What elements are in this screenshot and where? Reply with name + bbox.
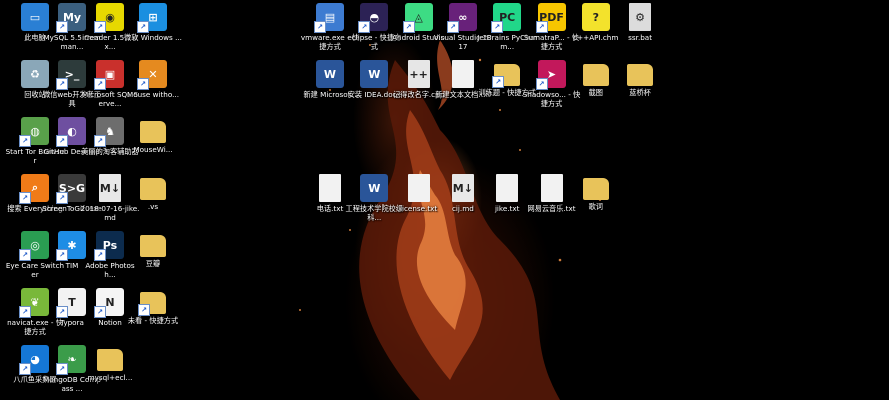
folder-icon: [582, 64, 609, 86]
cpp-file-icon: ++: [407, 60, 430, 88]
text-file-icon: [407, 174, 430, 202]
shortcut-arrow-icon: ↗: [19, 363, 31, 375]
shortcut-arrow-icon: ↗: [56, 192, 68, 204]
pycharm-icon: PC ↗: [491, 3, 522, 33]
shortcut-arrow-icon: ↗: [94, 135, 106, 147]
shortcut-arrow-icon: ↗: [137, 21, 149, 33]
desktop-icon-weikan[interactable]: ↗ 未看 - 快捷方式: [125, 288, 181, 345]
text-file-icon: [540, 174, 563, 202]
app-icon: ♞ ↗: [94, 117, 124, 147]
shortcut-arrow-icon: ↗: [19, 306, 31, 318]
desktop-icon-vs-folder[interactable]: .vs: [125, 174, 181, 231]
desktop-icon-label: 豆瓣: [145, 259, 161, 268]
desktop-icon-mysql-ecl[interactable]: mysql+ecl...: [82, 345, 138, 400]
desktop-icon-label: 蓝桥杯: [629, 88, 651, 97]
shortcut-arrow-icon: ↗: [56, 363, 68, 375]
shortcut-arrow-icon: ↗: [56, 135, 68, 147]
desktop-icon-douban[interactable]: 豆瓣: [125, 231, 181, 288]
word-file-icon: W: [360, 60, 389, 88]
shadowsocks-icon: ➤ ↗: [535, 60, 566, 90]
windows-logo-icon: ⊞ ↗: [137, 3, 167, 33]
shortcut-arrow-icon: ↗: [535, 21, 548, 33]
shortcut-arrow-icon: ↗: [446, 21, 459, 33]
eclipse-icon: ◓ ↗: [358, 3, 389, 33]
desktop-icon-windows[interactable]: ⊞ ↗ 微软 Windows ...: [124, 3, 182, 60]
desktop-icon-label: .vs: [147, 202, 159, 211]
folder-icon: [97, 349, 123, 371]
word-file-icon: W: [316, 60, 344, 88]
desktop-icon-label: Mouse witho...: [127, 90, 179, 99]
folder-icon: [140, 121, 166, 143]
shortcut-arrow-icon: ↗: [56, 249, 68, 261]
shortcut-arrow-icon: ↗: [94, 306, 106, 318]
folder-icon: [140, 235, 166, 257]
desktop-icon-label: 未看 - 快捷方式: [127, 316, 179, 325]
folder-shortcut-icon: ↗: [492, 64, 521, 88]
help-file-icon: ?: [581, 3, 610, 31]
photoshop-icon: Ps ↗: [94, 231, 124, 261]
markdown-file-icon: M↓: [451, 174, 474, 202]
shortcut-arrow-icon: ↗: [94, 21, 106, 33]
desktop-icon-label: MouseWi...: [133, 145, 173, 154]
shortcut-arrow-icon: ↗: [535, 78, 548, 90]
shortcut-arrow-icon: ↗: [19, 249, 31, 261]
desktop-icon-label: 微软 Windows ...: [124, 33, 182, 42]
folder-icon: [627, 64, 654, 86]
desktop-icon-label: ssr.bat: [628, 33, 653, 42]
desktop-icon-label: 歌词: [588, 202, 603, 211]
irreader-icon: ◉ ↗: [94, 3, 124, 33]
android-studio-icon: ◬ ↗: [402, 3, 433, 33]
shortcut-arrow-icon: ↗: [492, 76, 505, 88]
folder-icon: [140, 178, 166, 200]
shortcut-arrow-icon: ↗: [94, 78, 106, 90]
desktop-icon-geci[interactable]: 歌词: [568, 174, 624, 231]
notion-icon: N ↗: [94, 288, 124, 318]
folder-icon: [582, 178, 609, 200]
desktop-icon-lanqiao[interactable]: 蓝桥杯: [612, 60, 668, 117]
shortcut-arrow-icon: ↗: [138, 304, 150, 316]
desktop-icon-label: mysql+ecl...: [87, 373, 133, 382]
batch-file-icon: ⚙: [629, 3, 652, 31]
shortcut-arrow-icon: ↗: [19, 192, 31, 204]
vmware-icon: ▤ ↗: [314, 3, 344, 33]
shortcut-arrow-icon: ↗: [314, 21, 326, 33]
shortcut-arrow-icon: ↗: [56, 306, 68, 318]
desktop[interactable]: ▭ 此电脑 My ↗ MySQL 5.5 Comman... ◉ ↗ irreader 1.5…: [0, 0, 889, 400]
text-file-icon: [496, 174, 519, 202]
word-file-icon: W: [360, 174, 389, 202]
pdf-icon: PDF ↗: [535, 3, 566, 33]
shortcut-arrow-icon: ↗: [491, 21, 504, 33]
shortcut-arrow-icon: ↗: [56, 21, 68, 33]
markdown-file-icon: M↓: [99, 174, 121, 202]
visual-studio-icon: ∞ ↗: [446, 3, 477, 33]
text-file-icon: [451, 60, 474, 88]
shortcut-arrow-icon: ↗: [402, 21, 415, 33]
text-file-icon: [319, 174, 341, 202]
sqlserver-icon: ▣ ↗: [94, 60, 124, 90]
desktop-icon-mousewi[interactable]: MouseWi...: [125, 117, 181, 174]
shortcut-arrow-icon: ↗: [19, 135, 31, 147]
desktop-icon-mouse-without[interactable]: ✕ ↗ Mouse witho...: [125, 60, 181, 117]
shortcut-arrow-icon: ↗: [137, 78, 149, 90]
mouse-without-borders-icon: ✕ ↗: [137, 60, 167, 90]
shortcut-arrow-icon: ↗: [94, 249, 106, 261]
shortcut-arrow-icon: ↗: [56, 78, 68, 90]
folder-shortcut-icon: ↗: [138, 292, 166, 316]
shortcut-arrow-icon: ↗: [358, 21, 371, 33]
desktop-icon-ssr-bat[interactable]: ⚙ ssr.bat: [612, 3, 668, 60]
